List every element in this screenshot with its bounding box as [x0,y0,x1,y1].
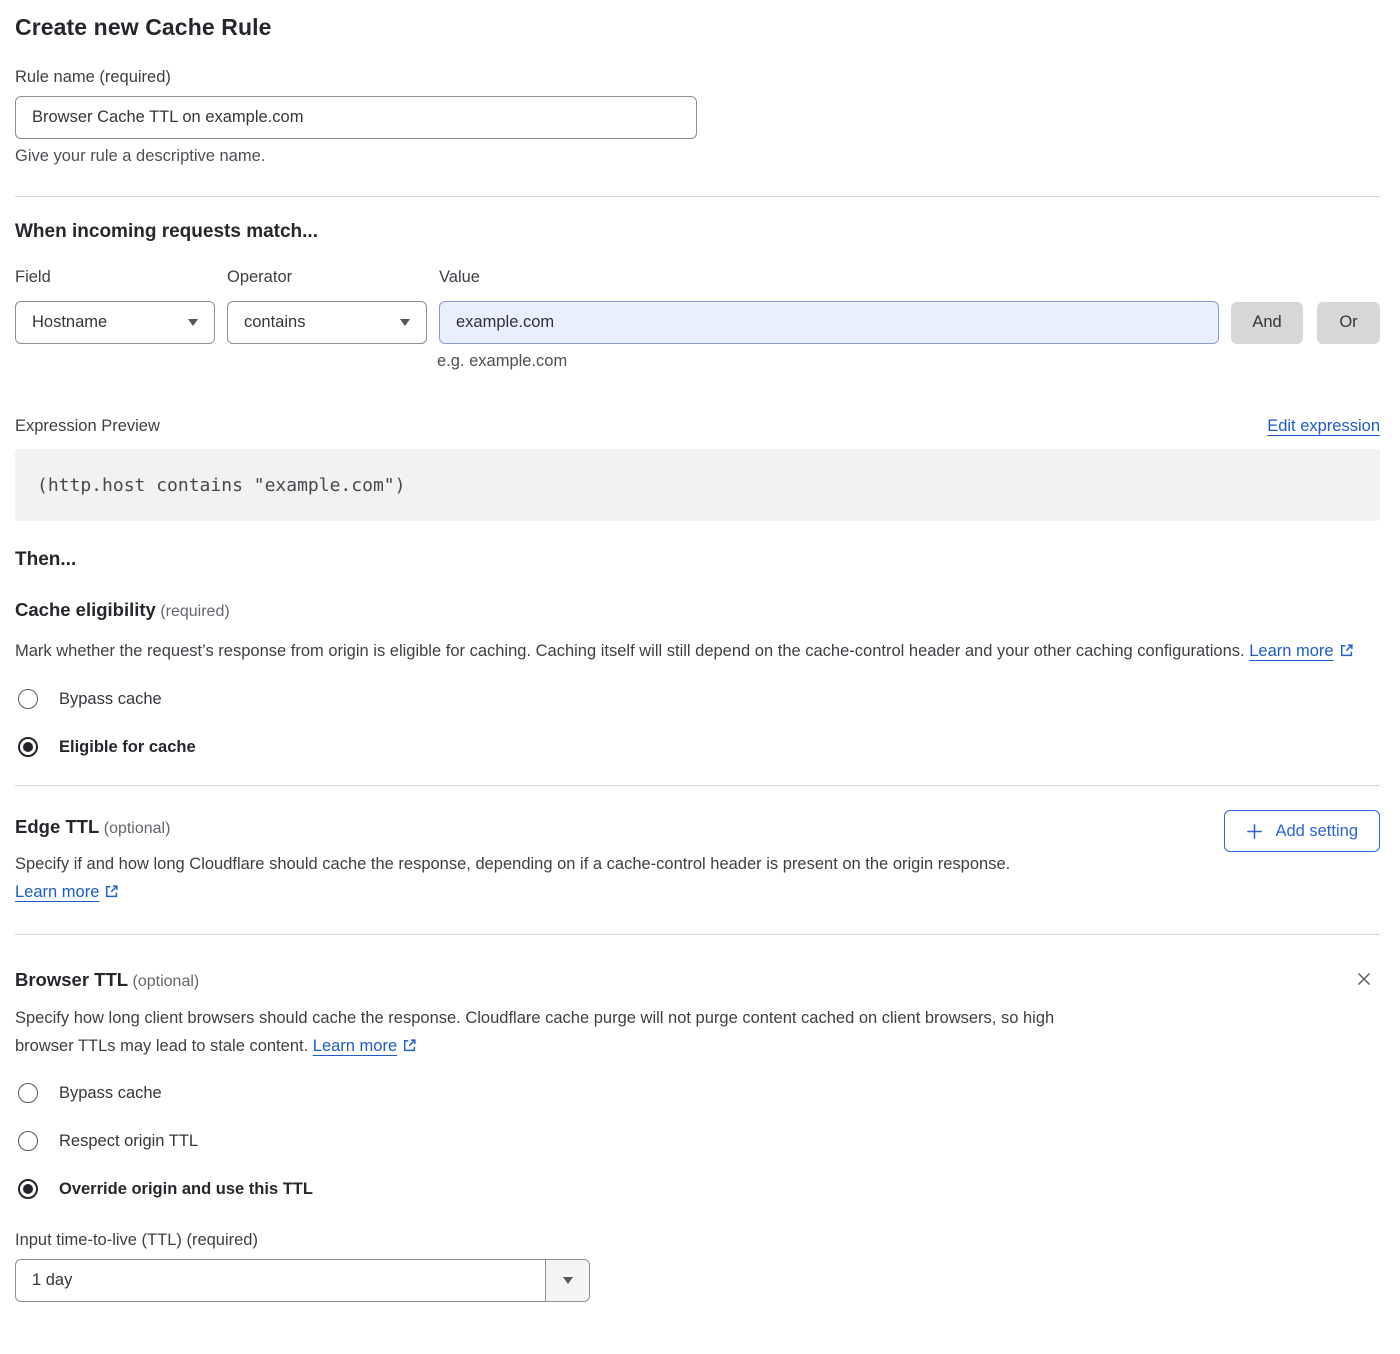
radio-button[interactable] [18,1179,38,1199]
rule-name-helper: Give your rule a descriptive name. [15,147,1380,166]
plus-icon [1246,823,1263,840]
browser-ttl-description: Specify how long client browsers should … [15,1004,1115,1060]
learn-more-link[interactable]: Learn more [313,1037,417,1055]
radio-option-label: Respect origin TTL [59,1132,198,1151]
edge-ttl-title: Edge TTL [15,816,99,837]
radio-button[interactable] [18,1131,38,1151]
page-title: Create new Cache Rule [15,14,1380,41]
external-link-icon [1339,643,1354,658]
radio-option-bypass-cache-browser[interactable]: Bypass cache [18,1083,1380,1103]
divider [15,196,1380,197]
field-select[interactable]: Hostname [15,301,215,344]
cache-eligibility-required-badge: (required) [160,603,229,620]
add-setting-button[interactable]: Add setting [1224,810,1380,852]
ttl-input-label: Input time-to-live (TTL) (required) [15,1231,1380,1250]
rule-name-label: Rule name (required) [15,68,1380,87]
ttl-select-value: 1 day [16,1271,545,1290]
expression-code: (http.host contains "example.com") [37,475,405,496]
field-select-value: Hostname [32,313,107,332]
radio-option-respect-origin-ttl[interactable]: Respect origin TTL [18,1131,1380,1151]
radio-option-label: Bypass cache [59,1084,162,1103]
radio-option-eligible-for-cache[interactable]: Eligible for cache [18,737,1380,757]
browser-ttl-optional-badge: (optional) [133,973,200,990]
divider [15,785,1380,786]
then-heading: Then... [15,549,1380,571]
cache-eligibility-title: Cache eligibility [15,599,156,620]
cache-eligibility-heading-row: Cache eligibility (required) [15,599,1380,621]
browser-ttl-title: Browser TTL [15,969,128,990]
field-label: Field [15,268,227,287]
cache-eligibility-description: Mark whether the request’s response from… [15,637,1380,665]
match-labels-row: Field Operator Value [15,268,1380,287]
remove-browser-ttl-button[interactable] [1350,965,1378,993]
operator-select[interactable]: contains [227,301,427,344]
ttl-select[interactable]: 1 day [15,1259,590,1302]
learn-more-link[interactable]: Learn more [15,883,119,901]
edge-ttl-description: Specify if and how long Cloudflare shoul… [15,850,1115,906]
operator-select-value: contains [244,313,305,332]
edit-expression-link[interactable]: Edit expression [1267,417,1380,436]
edge-ttl-heading-row: Edge TTL (optional) [15,816,1380,838]
radio-option-label: Bypass cache [59,690,162,709]
match-section-heading: When incoming requests match... [15,221,1380,243]
external-link-icon [402,1038,417,1053]
operator-label: Operator [227,268,439,287]
radio-button[interactable] [18,689,38,709]
create-cache-rule-page: Create new Cache Rule Rule name (require… [0,0,1400,1320]
and-button[interactable]: And [1231,302,1303,344]
radio-option-label: Eligible for cache [59,738,196,757]
radio-button[interactable] [18,1083,38,1103]
or-button[interactable]: Or [1317,302,1380,344]
edge-ttl-section: Edge TTL (optional) Add setting Specify … [15,816,1380,906]
close-icon [1354,969,1374,989]
edge-ttl-optional-badge: (optional) [104,820,171,837]
expression-preview-label: Expression Preview [15,417,160,436]
match-controls-row: Hostname contains And Or [15,301,1380,344]
divider [15,934,1380,935]
learn-more-link[interactable]: Learn more [1249,642,1353,660]
expression-code-block: (http.host contains "example.com") [15,449,1380,521]
external-link-icon [104,884,119,899]
chevron-down-icon [400,319,410,326]
browser-ttl-heading-row: Browser TTL (optional) [15,969,1380,991]
value-input[interactable] [439,301,1219,344]
browser-ttl-section: Browser TTL (optional) Specify how long … [15,969,1380,1302]
chevron-down-icon [188,319,198,326]
radio-option-label: Override origin and use this TTL [59,1180,313,1199]
expression-preview-row: Expression Preview Edit expression [15,417,1380,436]
radio-button[interactable] [18,737,38,757]
chevron-down-icon[interactable] [545,1260,589,1301]
value-helper: e.g. example.com [437,352,1380,371]
radio-option-override-origin-ttl[interactable]: Override origin and use this TTL [18,1179,1380,1199]
rule-name-input[interactable] [15,96,697,139]
radio-option-bypass-cache[interactable]: Bypass cache [18,689,1380,709]
value-label: Value [439,268,480,287]
